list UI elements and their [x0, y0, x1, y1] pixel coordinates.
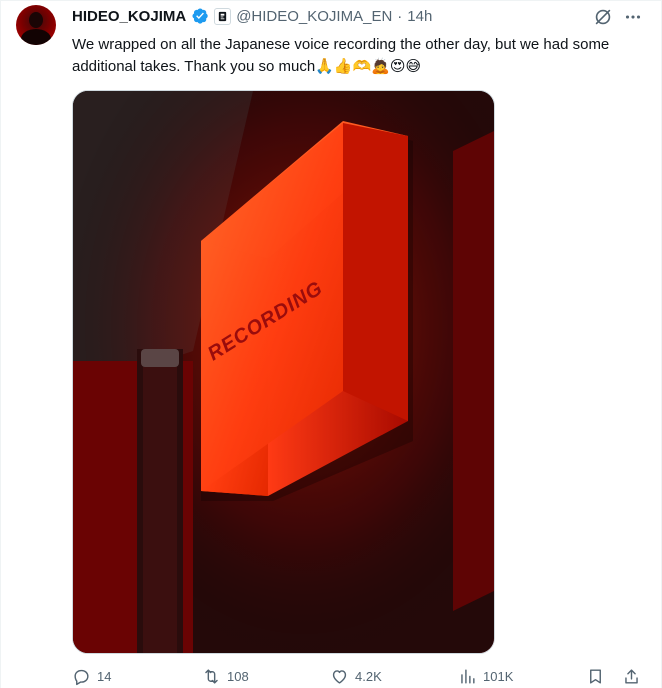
display-name[interactable]: HIDEO_KOJIMA [72, 8, 186, 25]
reply-count: 14 [97, 668, 112, 684]
like-button[interactable]: 4.2K [330, 667, 382, 686]
separator-dot: · [397, 7, 403, 25]
grok-icon[interactable] [592, 6, 614, 28]
views-icon [461, 668, 475, 684]
share-button[interactable] [622, 667, 641, 686]
views-count: 101K [483, 668, 514, 684]
more-icon[interactable] [622, 6, 644, 28]
repost-button[interactable]: 108 [202, 667, 249, 686]
avatar-head [29, 12, 43, 28]
affiliate-badge-icon[interactable] [214, 7, 232, 25]
share-icon [625, 668, 638, 684]
reply-button[interactable]: 14 [72, 667, 111, 686]
tweet-image[interactable]: RECORDING [72, 90, 495, 654]
timestamp[interactable]: 14h [407, 8, 432, 25]
bookmark-icon [590, 668, 601, 684]
heart-icon [332, 669, 347, 684]
views-button[interactable]: 101K [458, 667, 513, 686]
frame-border-left [0, 0, 1, 688]
tweet-text: We wrapped on all the Japanese voice rec… [72, 36, 610, 75]
frame-border-top [0, 0, 662, 1]
tweet-header: HIDEO_KOJIMA @HIDEO_KOJIMA_EN · 14h [72, 5, 432, 27]
avatar[interactable] [16, 5, 56, 45]
repost-count: 108 [227, 668, 249, 684]
user-handle[interactable]: @HIDEO_KOJIMA_EN [236, 8, 392, 25]
repost-icon [205, 668, 218, 684]
bookmark-button[interactable] [586, 667, 605, 686]
tweet-actions: 14 108 4.2K 101K [72, 664, 646, 688]
verified-badge-icon[interactable] [191, 7, 209, 25]
avatar-shoulders [21, 29, 51, 45]
like-count: 4.2K [355, 668, 382, 684]
reply-icon [74, 669, 89, 685]
